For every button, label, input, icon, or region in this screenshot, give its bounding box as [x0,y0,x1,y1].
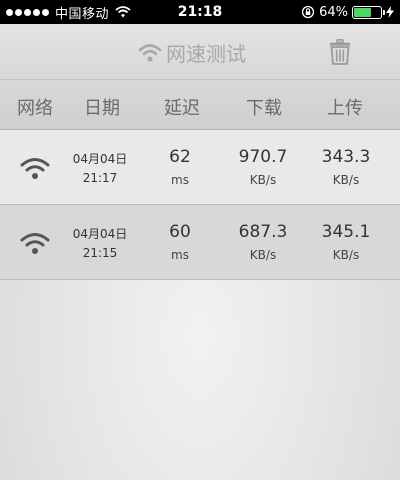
table-header: 网络 日期 延迟 下载 上传 [0,80,400,130]
upload-value: 345.1 [321,222,371,242]
latency-value: 62 [169,147,191,167]
column-header-download: 下载 [246,98,282,119]
test-datetime: 04月04日 21:15 [60,225,140,263]
nav-bar: 网速测试 [0,24,400,80]
status-bar: 中国移动 21:18 64% [0,0,400,24]
download-unit: KB/s [249,248,277,262]
test-date: 04月04日 [72,152,128,166]
trash-icon [329,39,351,65]
upload-unit: KB/s [332,248,360,262]
charging-bolt-icon [386,6,394,18]
table-row[interactable]: 04月04日 21:17 62 ms 970.7 KB/s 343.3 KB/s [0,130,400,205]
battery-icon [352,5,385,19]
column-header-latency: 延迟 [164,98,200,119]
upload-value: 343.3 [321,147,371,167]
latency-unit: ms [171,173,189,187]
wifi-icon [138,43,162,62]
upload-unit: KB/s [332,173,360,187]
nav-title: 网速测试 [138,38,246,67]
battery-fill [354,7,371,17]
column-header-date: 日期 [84,98,120,119]
status-right: 64% [301,0,394,24]
download-value: 970.7 [238,147,288,167]
column-header-upload: 上传 [327,98,363,119]
download-unit: KB/s [249,173,277,187]
latency-value: 60 [169,222,191,242]
rotation-lock-icon [301,5,315,19]
download-value: 687.3 [238,222,288,242]
test-time: 21:17 [82,171,118,185]
table-row[interactable]: 04月04日 21:15 60 ms 687.3 KB/s 345.1 KB/s [0,205,400,280]
latency-unit: ms [171,248,189,262]
battery-percent: 64% [319,4,348,20]
test-datetime: 04月04日 21:17 [60,150,140,188]
wifi-icon [20,158,50,179]
page-title: 网速测试 [166,42,246,66]
test-time: 21:15 [82,246,118,260]
delete-history-button[interactable] [325,36,355,68]
wifi-icon [20,233,50,254]
test-date: 04月04日 [72,227,128,241]
